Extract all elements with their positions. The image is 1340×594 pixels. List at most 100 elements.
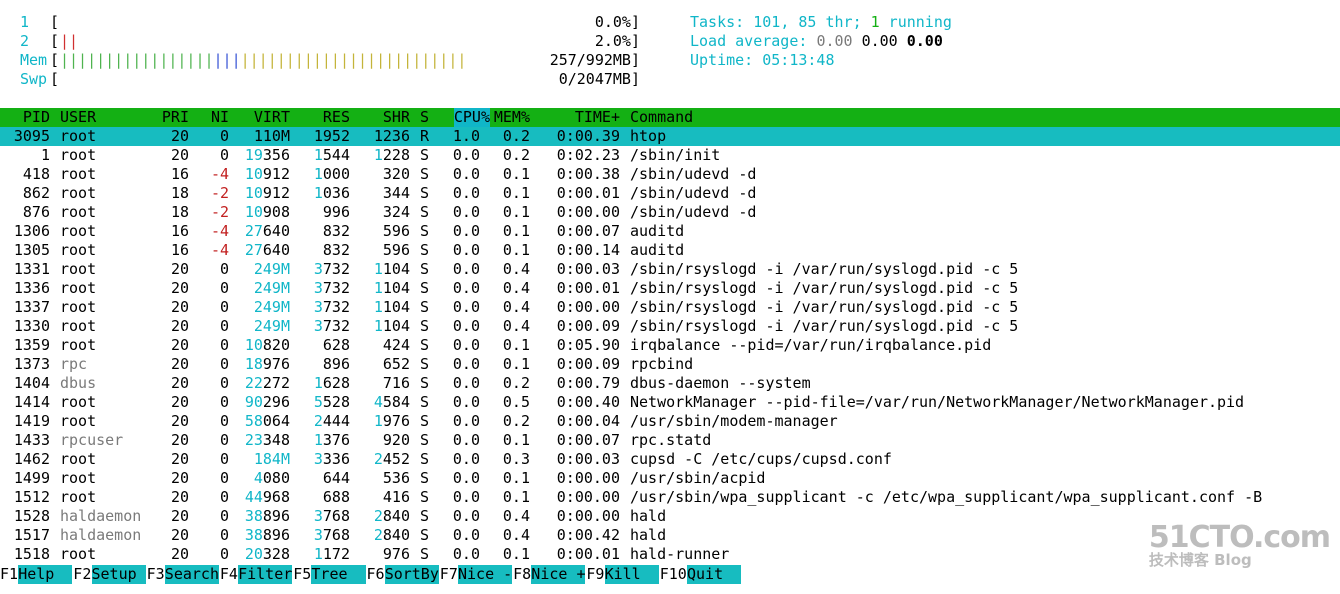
cell-cpu: 0.0	[452, 336, 480, 354]
fkey-f8[interactable]: F8	[513, 565, 531, 584]
fkey-label[interactable]: Nice -	[458, 565, 513, 584]
table-row[interactable]: 1419 root 20 0 58064 2444 1976 S 0.0 0.2 0:00.04/u…	[0, 412, 1340, 431]
cell-pri: 20	[170, 545, 189, 563]
cell-virt: 20328	[244, 545, 290, 563]
header-res[interactable]: RES	[323, 108, 350, 127]
fkey-label[interactable]: Nice +	[531, 565, 586, 584]
fkey-f7[interactable]: F7	[440, 565, 458, 584]
table-row[interactable]: 1359 root 20 0 10820 628 424 S 0.0 0.1 0:05.90 irqb…	[0, 336, 1340, 355]
process-table-header[interactable]: PID USER PRI NI VIRT RES SHR S CPU% MEM% TIME+ Comm…	[0, 108, 1340, 127]
cell-pid: 1528	[13, 507, 50, 525]
fkey-label[interactable]: Quit	[687, 565, 742, 584]
table-row[interactable]: 876 root 18 -2 10908 996 324 S 0.0 0.1 0:00.00/sbi…	[0, 203, 1340, 222]
cell-time: 0:00.00	[556, 488, 620, 506]
cell-user: root	[60, 393, 97, 411]
header-user[interactable]: USER	[60, 108, 96, 127]
table-row[interactable]: 1331 root 20 0 249M 3732 1104 S 0.0 0.4 0:00.03/sb…	[0, 260, 1340, 279]
cell-user: root	[60, 412, 97, 430]
fkey-f5[interactable]: F5	[293, 565, 311, 584]
cell-ni: 0	[219, 260, 229, 278]
cell-user: root	[60, 241, 97, 259]
cell-time: 0:02.23	[556, 146, 620, 164]
meter-bracket: [	[50, 70, 60, 88]
fkey-f3[interactable]: F3	[147, 565, 165, 584]
fkey-label[interactable]: Filter	[238, 565, 293, 584]
table-row[interactable]: 1337 root 20 0 249M 3732 1104 S 0.0 0.4 0:00.00/sb…	[0, 298, 1340, 317]
cell-shr: 320	[382, 165, 410, 183]
cell-s: S	[420, 507, 430, 525]
header-mem[interactable]: MEM%	[494, 108, 530, 127]
table-row[interactable]: 1373 rpc 20 0 18976 896 652 S 0.0 0.1 0:00.09 rpcbi…	[0, 355, 1340, 374]
meter-label: 1	[20, 13, 30, 31]
fkey-label[interactable]: Kill	[604, 565, 659, 584]
cell-pid: 1512	[13, 488, 50, 506]
table-row[interactable]: 1499 root 20 0 4080 644 536 S 0.0 0.1 0:00.00/usr/…	[0, 469, 1340, 488]
table-row[interactable]: 1 root 20 0 19356 1544 1228 S 0.0 0.2 0:02.23/sbin…	[0, 146, 1340, 165]
cell-s: S	[420, 469, 430, 487]
fkey-label[interactable]: Tree	[311, 565, 366, 584]
cell-cpu: 0.0	[452, 507, 480, 525]
cell-ni: 0	[219, 279, 229, 297]
fkey-f10[interactable]: F10	[660, 565, 687, 584]
table-row[interactable]: 1336 root 20 0 249M 3732 1104 S 0.0 0.4 0:00.01/sb…	[0, 279, 1340, 298]
fkey-label[interactable]: SortBy	[384, 565, 439, 584]
cell-cmd: NetworkManager --pid-file=/var/run/Netwo…	[630, 393, 1245, 411]
table-row[interactable]: 1404 dbus 20 0 22272 1628 716 S 0.0 0.2 0:00.79 dbu…	[0, 374, 1340, 393]
fkey-label[interactable]: Help	[18, 565, 73, 584]
cell-user: root	[60, 260, 97, 278]
table-row[interactable]: 1518 root 20 0 20328 1172 976 S 0.0 0.1 0:00.01 hal…	[0, 545, 1340, 564]
table-row[interactable]: 418 root 16 -4 10912 1000 320 S 0.0 0.1 0:00.38/sb…	[0, 165, 1340, 184]
header-shr[interactable]: SHR	[383, 108, 410, 127]
fkey-f1[interactable]: F1	[0, 565, 18, 584]
table-row[interactable]: 1330 root 20 0 249M 3732 1104 S 0.0 0.4 0:00.09/sb…	[0, 317, 1340, 336]
table-row[interactable]: 1462 root 20 0 184M 3336 2452 S 0.0 0.3 0:00.03 cup…	[0, 450, 1340, 469]
cell-cmd: hald-runner	[630, 545, 730, 563]
table-row[interactable]: 1528 haldaemon 20 0 38896 3768 2840 S 0.0 0.4 0:00…	[0, 507, 1340, 526]
table-row[interactable]: 1414 root 20 0 90296 5528 4584 S 0.0 0.5 0:00.40 Ne…	[0, 393, 1340, 412]
header-virt[interactable]: VIRT	[254, 108, 290, 127]
header-pid[interactable]: PID	[23, 108, 50, 127]
table-row[interactable]: 1433 rpcuser 20 0 23348 1376 920 S 0.0 0.1 0:00.07…	[0, 431, 1340, 450]
cell-cmd: /usr/sbin/acpid	[630, 469, 766, 487]
header-pri[interactable]: PRI	[162, 108, 189, 127]
fkey-label[interactable]: Search	[164, 565, 219, 584]
cell-user: rpc	[60, 355, 88, 373]
fkey-label[interactable]: Setup	[91, 565, 146, 584]
table-row[interactable]: 1306 root 16 -4 27640 832 596 S 0.0 0.1 0:00.07 aud…	[0, 222, 1340, 241]
cell-cmd: /sbin/udevd -d	[630, 165, 757, 183]
cell-shr: 416	[382, 488, 410, 506]
cell-time: 0:00.04	[556, 412, 620, 430]
cell-cmd: /sbin/rsyslogd -i /var/run/syslogd.pid -…	[630, 317, 1019, 335]
fkey-f9[interactable]: F9	[586, 565, 604, 584]
cell-time: 0:00.00	[556, 469, 620, 487]
cell-ni: 0	[219, 469, 229, 487]
table-row[interactable]: 1512 root 20 0 44968 688 416 S 0.0 0.1 0:00.00/usr…	[0, 488, 1340, 507]
cell-mem: 0.1	[502, 545, 530, 563]
cell-time: 0:00.14	[556, 241, 620, 259]
cell-user: root	[60, 146, 97, 164]
cell-pid: 1	[40, 146, 50, 164]
cell-time: 0:00.40	[556, 393, 620, 411]
table-row[interactable]: 862 root 18 -2 10912 1036 344 S 0.0 0.1 0:00.01/sb…	[0, 184, 1340, 203]
process-row-selected[interactable]: 3095 root 20 0 110M 1952 1236 R 1.0 0.2 0:00.39 hto…	[0, 127, 1340, 146]
cell-cmd: /sbin/udevd -d	[630, 184, 757, 202]
cell-user: root	[60, 545, 97, 563]
table-row[interactable]: 1517 haldaemon 20 0 38896 3768 2840 S 0.0 0.4 0:00…	[0, 526, 1340, 545]
fkey-f2[interactable]: F2	[73, 565, 91, 584]
header-cpu[interactable]: CPU%	[453, 108, 490, 127]
table-row[interactable]: 1305 root 16 -4 27640 832 596 S 0.0 0.1 0:00.14 aud…	[0, 241, 1340, 260]
header-s[interactable]: S	[420, 108, 429, 127]
cell-res: 832	[322, 222, 350, 240]
cell-virt: 27640	[244, 241, 290, 259]
cell-time: 0:00.03	[556, 260, 620, 278]
cell-pri: 16	[170, 165, 189, 183]
cell-user: root	[60, 317, 97, 335]
cell-pri: 20	[170, 469, 189, 487]
header-ni[interactable]: NI	[211, 108, 229, 127]
cell-user: root	[60, 298, 97, 316]
header-time[interactable]: TIME+	[575, 108, 620, 127]
fkey-f4[interactable]: F4	[220, 565, 238, 584]
cell-ni: 0	[219, 393, 229, 411]
fkey-f6[interactable]: F6	[367, 565, 385, 584]
header-cmd[interactable]: Command	[630, 108, 693, 127]
